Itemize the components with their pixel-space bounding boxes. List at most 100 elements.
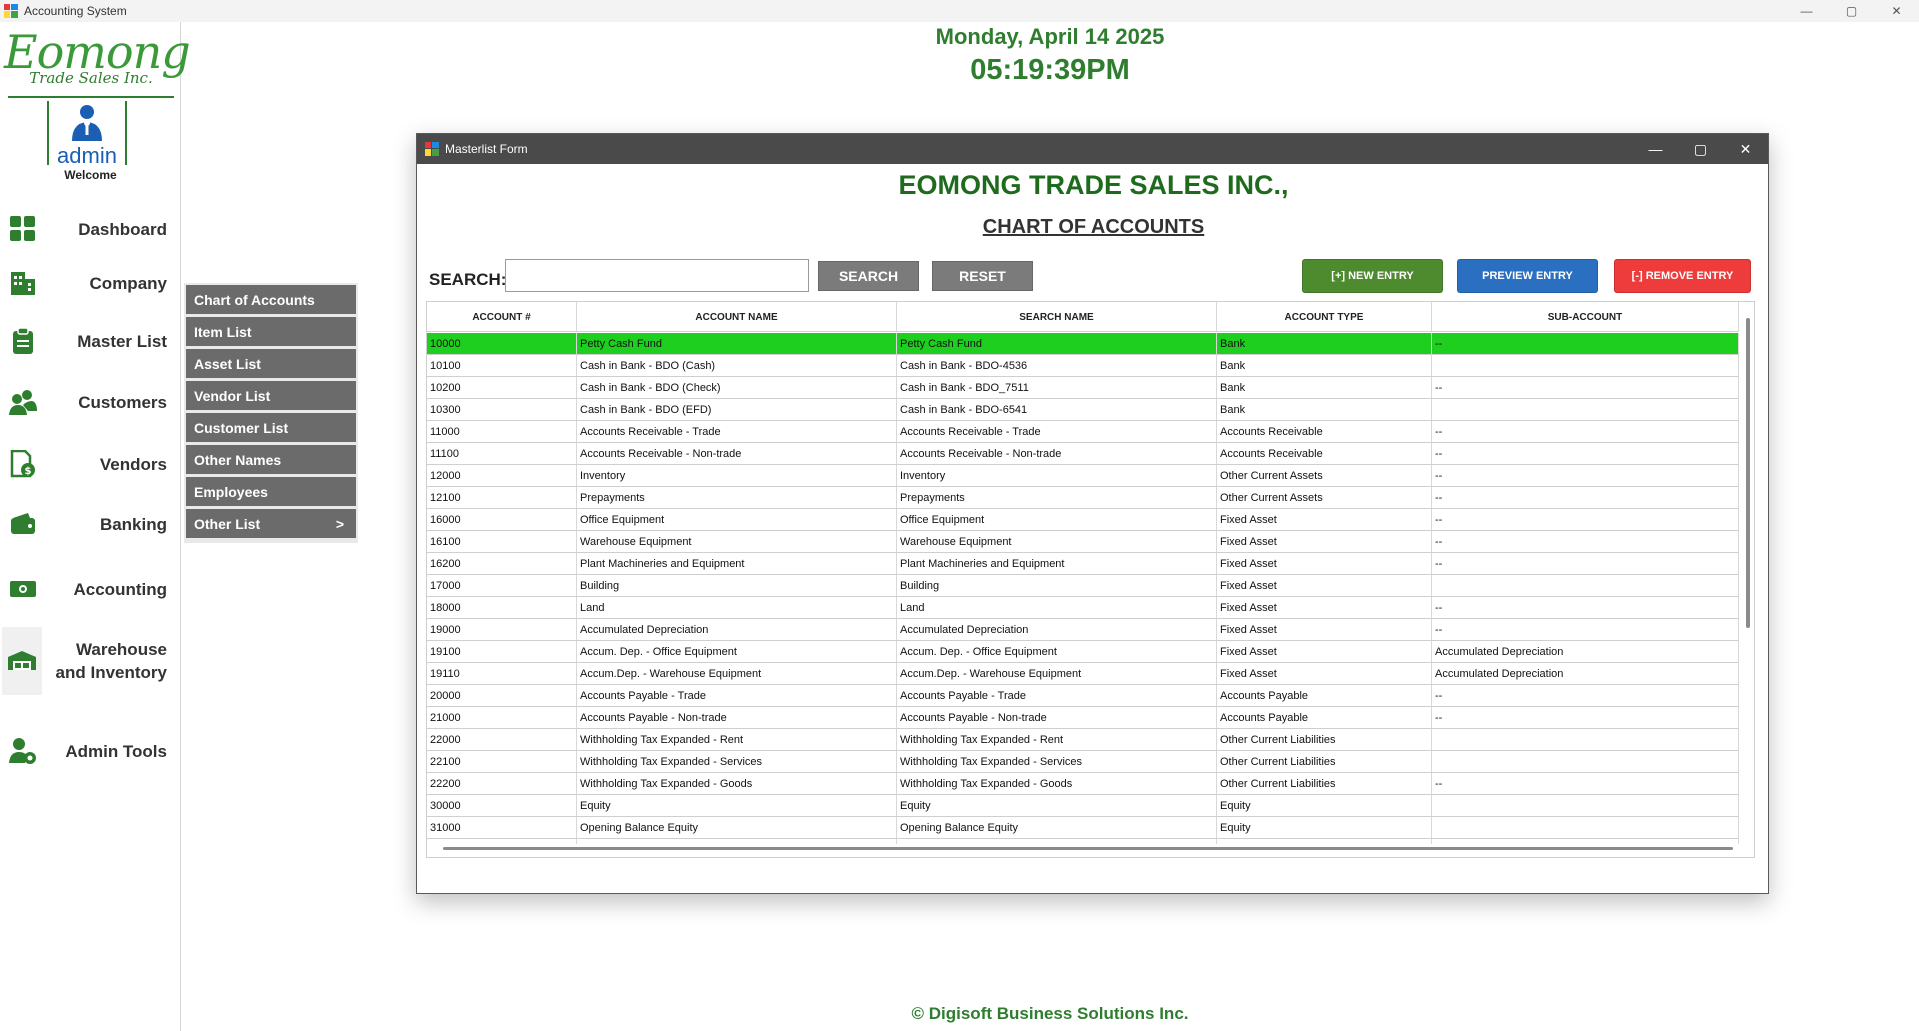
column-header-account-number[interactable]: ACCOUNT # [427, 302, 577, 332]
form-icon [425, 142, 439, 156]
cell-account-name: Withholding Tax Expanded - Goods [577, 773, 897, 794]
table-row[interactable]: 11100 Accounts Receivable - Non-trade Acco… [427, 443, 1739, 465]
table-row[interactable]: 32000Retained EarningsRetained EarningsE… [427, 839, 1739, 844]
cell-search-name: Accounts Receivable - Non-trade [897, 443, 1217, 464]
cell-account-type: Other Current Liabilities [1217, 729, 1432, 750]
horizontal-scrollbar[interactable] [443, 847, 1733, 850]
cell-sub-account: -- [1432, 465, 1739, 486]
submenu-asset-list[interactable]: Asset List [186, 349, 356, 378]
table-row[interactable]: 31000 Opening Balance Equity Opening Balan… [427, 817, 1739, 839]
vertical-scrollbar[interactable] [1746, 318, 1750, 628]
column-header-sub-account[interactable]: SUB-ACCOUNT [1432, 302, 1739, 332]
table-row[interactable]: 21000 Accounts Payable - Non-trade Account… [427, 707, 1739, 729]
nav-customers[interactable]: Customers [0, 379, 181, 425]
cell-account-name: Office Equipment [577, 509, 897, 530]
new-entry-button[interactable]: [+] NEW ENTRY [1302, 259, 1443, 293]
table-row[interactable]: 17000 Building Building Fixed Asset [427, 575, 1739, 597]
cell-account-name: Building [577, 575, 897, 596]
table-row[interactable]: 22000 Withholding Tax Expanded - Rent With… [427, 729, 1739, 751]
cell-account-name: Cash in Bank - BDO (Check) [577, 377, 897, 398]
form-minimize-button[interactable]: — [1633, 134, 1678, 164]
cell-sub-account: -- [1432, 487, 1739, 508]
table-row[interactable]: 22100 Withholding Tax Expanded - Services… [427, 751, 1739, 773]
submenu-customer-list[interactable]: Customer List [186, 413, 356, 442]
submenu-other-names[interactable]: Other Names [186, 445, 356, 474]
form-close-button[interactable]: ✕ [1723, 134, 1768, 164]
cell-sub-account [1432, 817, 1739, 838]
search-button[interactable]: SEARCH [818, 261, 919, 291]
table-row[interactable]: 16000 Office Equipment Office Equipment Fix… [427, 509, 1739, 531]
form-window-controls: — ▢ ✕ [1633, 134, 1768, 164]
reset-button[interactable]: RESET [932, 261, 1033, 291]
table-row[interactable]: 18000 Land Land Fixed Asset -- [427, 597, 1739, 619]
maximize-button[interactable]: ▢ [1829, 0, 1874, 22]
submenu-employees[interactable]: Employees [186, 477, 356, 506]
nav-company[interactable]: Company [0, 260, 181, 306]
table-row[interactable]: 22200 Withholding Tax Expanded - Goods Wit… [427, 773, 1739, 795]
table-row[interactable]: 10300 Cash in Bank - BDO (EFD) Cash in Ban… [427, 399, 1739, 421]
table-row[interactable]: 12000 Inventory Inventory Other Current Ass… [427, 465, 1739, 487]
form-maximize-button[interactable]: ▢ [1678, 134, 1723, 164]
table-row[interactable]: 19100 Accum. Dep. - Office Equipment Accum… [427, 641, 1739, 663]
table-row[interactable]: 11000 Accounts Receivable - Trade Accounts… [427, 421, 1739, 443]
cell-account-name: Cash in Bank - BDO (Cash) [577, 355, 897, 376]
cell-account-number: 22100 [427, 751, 577, 772]
table-row[interactable]: 16100 Warehouse Equipment Warehouse Equipm… [427, 531, 1739, 553]
cell-account-type: Accounts Receivable [1217, 443, 1432, 464]
footer-copyright: © Digisoft Business Solutions Inc. [911, 1004, 1189, 1023]
close-button[interactable]: ✕ [1874, 0, 1919, 22]
table-row[interactable]: 19000 Accumulated Depreciation Accumulated… [427, 619, 1739, 641]
nav-label: Banking [99, 514, 167, 534]
avatar: admin [47, 101, 127, 167]
nav-master-list[interactable]: Master List [0, 318, 181, 364]
submenu-vendor-list[interactable]: Vendor List [186, 381, 356, 410]
table-row[interactable]: 16200 Plant Machineries and Equipment Plan… [427, 553, 1739, 575]
cell-account-type: Other Current Assets [1217, 465, 1432, 486]
nav-vendors[interactable]: $ Vendors [0, 441, 181, 487]
nav-label: Master List [77, 331, 167, 351]
cell-sub-account: -- [1432, 773, 1739, 794]
minimize-button[interactable]: — [1784, 0, 1829, 22]
nav-warehouse-inventory[interactable]: Warehouse and Inventory [0, 618, 181, 704]
cell-account-name: Equity [577, 795, 897, 816]
nav-label: Vendors [99, 454, 167, 474]
nav-label: Admin Tools [65, 741, 167, 761]
cell-account-type: Bank [1217, 355, 1432, 376]
cell-search-name: Accounts Payable - Non-trade [897, 707, 1217, 728]
cell-sub-account: -- [1432, 333, 1739, 354]
submenu-chart-of-accounts[interactable]: Chart of Accounts [186, 285, 356, 314]
app-icon [4, 4, 18, 18]
table-row[interactable]: 19110 Accum.Dep. - Warehouse Equipment Acc… [427, 663, 1739, 685]
column-header-account-type[interactable]: ACCOUNT TYPE [1217, 302, 1432, 332]
cell-search-name: Accum.Dep. - Warehouse Equipment [897, 663, 1217, 684]
cell-sub-account: -- [1432, 531, 1739, 552]
table-row[interactable]: 20000 Accounts Payable - Trade Accounts Pa… [427, 685, 1739, 707]
preview-entry-button[interactable]: PREVIEW ENTRY [1457, 259, 1598, 293]
table-row[interactable]: 10000 Petty Cash Fund Petty Cash Fund Bank -… [427, 333, 1739, 355]
column-header-search-name[interactable]: SEARCH NAME [897, 302, 1217, 332]
nav-accounting[interactable]: Accounting [0, 566, 181, 612]
company-logo: Eomong Trade Sales Inc. [4, 28, 191, 98]
cell-account-type: Bank [1217, 399, 1432, 420]
column-header-account-name[interactable]: ACCOUNT NAME [577, 302, 897, 332]
table-row[interactable]: 10100 Cash in Bank - BDO (Cash) Cash in Ba… [427, 355, 1739, 377]
cell-account-number: 20000 [427, 685, 577, 706]
remove-entry-button[interactable]: [-] REMOVE ENTRY [1614, 259, 1751, 293]
cell-account-type: Fixed Asset [1217, 531, 1432, 552]
cell-account-name: Withholding Tax Expanded - Rent [577, 729, 897, 750]
submenu-item-list[interactable]: Item List [186, 317, 356, 346]
nav-banking[interactable]: Banking [0, 501, 181, 547]
cell-account-name: Accounts Payable - Non-trade [577, 707, 897, 728]
clipboard-icon [8, 326, 38, 356]
nav-dashboard[interactable]: Dashboard [0, 206, 181, 252]
svg-text:$: $ [25, 466, 32, 477]
cell-account-name: Withholding Tax Expanded - Services [577, 751, 897, 772]
search-input[interactable] [505, 259, 809, 292]
nav-admin-tools[interactable]: Admin Tools [0, 728, 181, 774]
table-row[interactable]: 10200 Cash in Bank - BDO (Check) Cash in B… [427, 377, 1739, 399]
cell-account-name: Cash in Bank - BDO (EFD) [577, 399, 897, 420]
table-row[interactable]: 30000 Equity Equity Equity [427, 795, 1739, 817]
table-row[interactable]: 12100 Prepayments Prepayments Other Current… [427, 487, 1739, 509]
cell-sub-account: -- [1432, 685, 1739, 706]
submenu-other-list[interactable]: Other List > [186, 509, 356, 538]
